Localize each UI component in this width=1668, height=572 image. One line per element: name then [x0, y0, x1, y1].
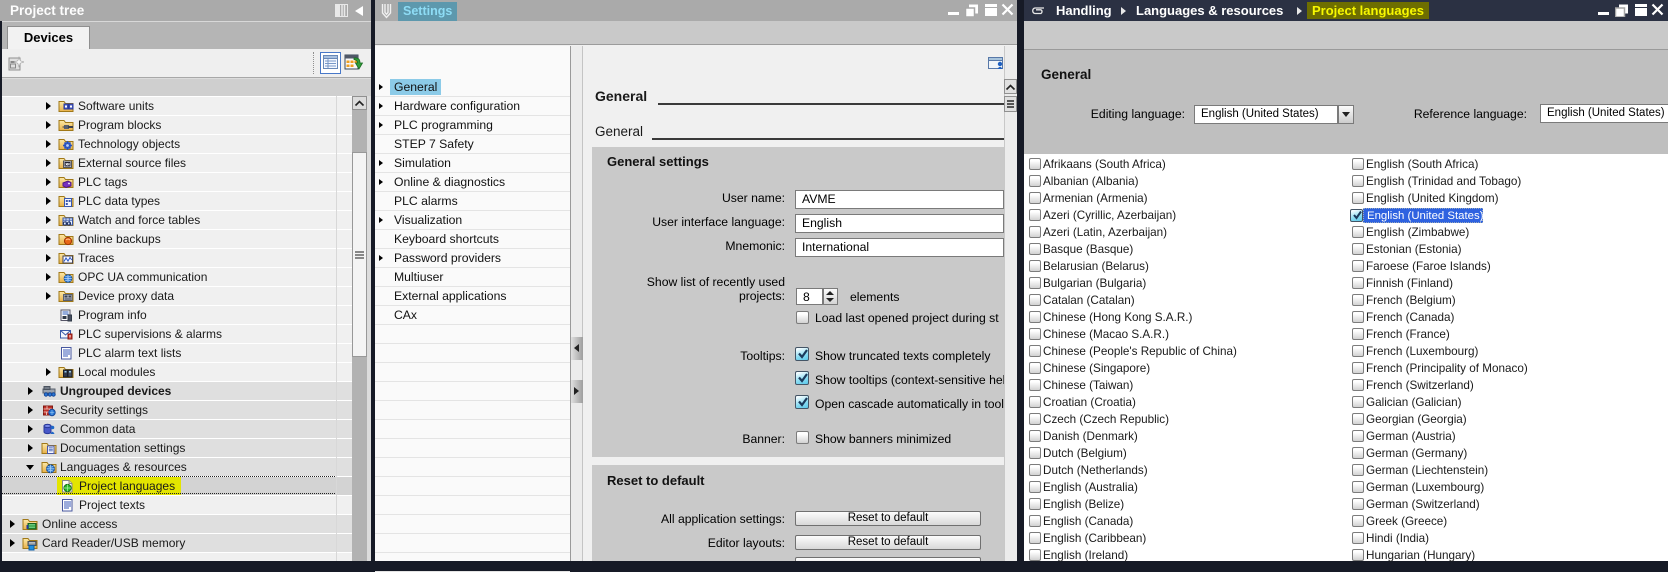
- svg-text:01: 01: [66, 163, 70, 167]
